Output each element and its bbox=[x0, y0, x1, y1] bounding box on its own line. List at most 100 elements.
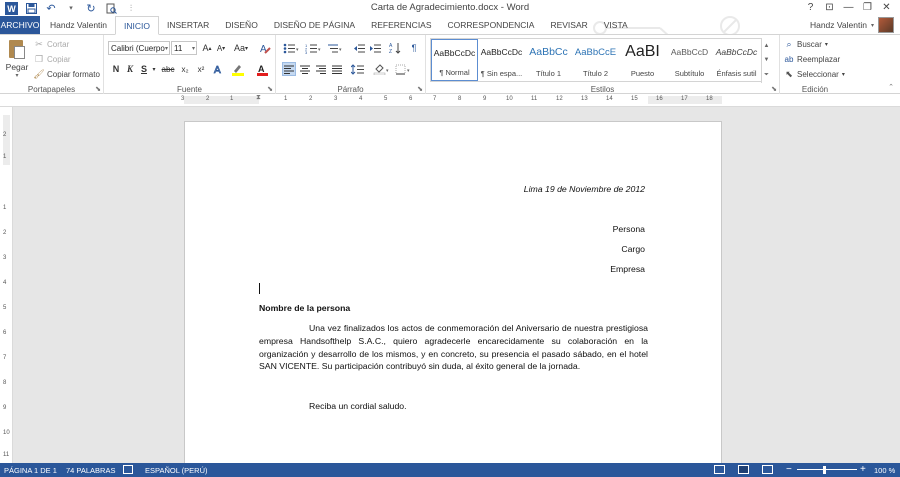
recipient-name-heading[interactable]: Nombre de la persona bbox=[259, 303, 350, 313]
chevron-down-icon[interactable]: ▼ bbox=[764, 57, 770, 63]
shading-icon[interactable]: ▾ bbox=[372, 62, 390, 76]
find-button[interactable]: ⌕ Buscar ▾ bbox=[784, 39, 827, 49]
style-no-spacing[interactable]: AaBbCcDc ¶ Sin espa... bbox=[478, 39, 525, 81]
align-right-icon[interactable] bbox=[314, 62, 328, 76]
dialog-launcher-icon[interactable]: ⬊ bbox=[417, 85, 423, 93]
change-case-button[interactable]: Aa ▾ bbox=[232, 41, 250, 55]
dialog-launcher-icon[interactable]: ⬊ bbox=[267, 85, 273, 93]
style-title[interactable]: AaBI Puesto bbox=[619, 39, 666, 81]
recipient-cargo[interactable]: Cargo bbox=[621, 244, 645, 254]
tab-references[interactable]: REFERENCIAS bbox=[363, 16, 439, 34]
tab-mailings[interactable]: CORRESPONDENCIA bbox=[440, 16, 543, 34]
numbering-icon[interactable]: 1 2 3 ▾ bbox=[304, 41, 322, 55]
help-button[interactable]: ? bbox=[801, 0, 820, 15]
grow-font-button[interactable]: A ▴ bbox=[201, 41, 213, 55]
strikethrough-button[interactable]: abc bbox=[160, 62, 176, 76]
tab-file[interactable]: ARCHIVO bbox=[0, 16, 40, 34]
restore-button[interactable]: ❐ bbox=[858, 0, 877, 15]
cut-button[interactable]: ✂ Cortar bbox=[34, 39, 69, 49]
clear-formatting-icon[interactable]: A bbox=[258, 41, 272, 55]
multilevel-list-icon[interactable]: ▾ bbox=[326, 41, 344, 55]
decrease-indent-icon[interactable] bbox=[352, 41, 366, 55]
gallery-scroll[interactable]: ▲ ▼ ⏷ bbox=[761, 39, 771, 83]
vertical-ruler[interactable]: 2 1 1 2 3 4 5 6 7 8 9 10 11 bbox=[0, 107, 13, 463]
zoom-slider[interactable] bbox=[797, 469, 857, 470]
format-painter-button[interactable]: 🖌 Copiar formato bbox=[33, 69, 100, 79]
web-layout-icon[interactable] bbox=[762, 465, 773, 474]
style-subtitle[interactable]: AaBbCcD Subtítulo bbox=[666, 39, 713, 81]
borders-icon[interactable]: ▾ bbox=[394, 62, 412, 76]
chevron-down-icon: ▾ bbox=[15, 73, 19, 79]
style-normal[interactable]: AaBbCcDc ¶ Normal bbox=[431, 39, 478, 81]
bold-button[interactable]: N bbox=[110, 62, 122, 76]
letter-date[interactable]: Lima 19 de Noviembre de 2012 bbox=[524, 184, 645, 194]
zoom-level[interactable]: 100 % bbox=[874, 466, 895, 475]
style-heading-2[interactable]: AaBbCcE Título 2 bbox=[572, 39, 619, 81]
copy-button[interactable]: ❐ Copiar bbox=[34, 54, 71, 64]
shrink-font-button[interactable]: A ▾ bbox=[215, 41, 227, 55]
print-layout-icon[interactable] bbox=[738, 465, 749, 474]
show-formatting-marks-icon[interactable]: ¶ bbox=[408, 41, 420, 55]
tab-user[interactable]: Handz Valentin bbox=[42, 16, 115, 34]
justify-icon[interactable] bbox=[330, 62, 344, 76]
document-canvas[interactable]: Lima 19 de Noviembre de 2012 Persona Car… bbox=[13, 107, 900, 477]
tab-design[interactable]: DISEÑO bbox=[217, 16, 266, 34]
read-mode-icon[interactable] bbox=[714, 465, 725, 474]
zoom-slider-thumb[interactable] bbox=[823, 466, 826, 474]
font-name-box[interactable]: Calibri (Cuerpo ▾ bbox=[108, 41, 170, 55]
user-name[interactable]: Handz Valentin bbox=[810, 20, 867, 30]
indent-marker-icon[interactable]: ⧗ bbox=[256, 94, 261, 102]
dialog-launcher-icon[interactable]: ⬊ bbox=[771, 85, 777, 93]
account-area[interactable]: Handz Valentin ▾ bbox=[810, 17, 894, 33]
paste-button[interactable]: Pegar ▾ bbox=[4, 37, 30, 79]
highlight-color-icon[interactable] bbox=[230, 62, 246, 76]
svg-text:3: 3 bbox=[305, 50, 308, 54]
ribbon: Pegar ▾ ✂ Cortar ❐ Copiar 🖌 Copiar formato … bbox=[0, 34, 900, 95]
font-size-box[interactable]: 11 ▾ bbox=[171, 41, 197, 55]
document-page[interactable]: Lima 19 de Noviembre de 2012 Persona Car… bbox=[184, 121, 722, 477]
bullets-icon[interactable]: ▾ bbox=[282, 41, 300, 55]
letter-body[interactable]: Una vez finalizados los actos de conmemo… bbox=[259, 322, 648, 373]
recipient-empresa[interactable]: Empresa bbox=[610, 264, 645, 274]
chevron-down-icon[interactable]: ▾ bbox=[150, 62, 158, 76]
underline-button[interactable]: S bbox=[138, 62, 150, 76]
font-color-icon[interactable]: A bbox=[254, 62, 270, 76]
styles-gallery: AaBbCcDc ¶ Normal AaBbCcDc ¶ Sin espa...… bbox=[430, 38, 769, 83]
chevron-up-icon[interactable]: ▲ bbox=[764, 43, 770, 49]
line-spacing-icon[interactable] bbox=[350, 62, 368, 76]
letter-closing[interactable]: Reciba un cordial saludo. bbox=[309, 401, 407, 411]
collapse-ribbon-icon[interactable]: ⌃ bbox=[888, 83, 894, 91]
proofing-icon[interactable] bbox=[123, 465, 133, 474]
zoom-in-button[interactable]: + bbox=[860, 464, 866, 475]
text-effects-icon[interactable]: A bbox=[212, 62, 226, 76]
chevron-down-icon[interactable]: ▾ bbox=[871, 22, 874, 29]
minimize-button[interactable]: — bbox=[839, 0, 858, 15]
subscript-button[interactable]: x₂ bbox=[178, 62, 192, 76]
replace-button[interactable]: ab Reemplazar bbox=[784, 54, 841, 64]
recipient-persona[interactable]: Persona bbox=[613, 224, 645, 234]
align-center-icon[interactable] bbox=[298, 62, 312, 76]
close-button[interactable]: ✕ bbox=[877, 0, 896, 15]
dialog-launcher-icon[interactable]: ⬊ bbox=[95, 85, 101, 93]
ribbon-display-options-icon[interactable]: ⊡ bbox=[820, 0, 839, 15]
sort-icon[interactable]: AZ bbox=[388, 41, 402, 55]
language[interactable]: ESPAÑOL (PERÚ) bbox=[145, 466, 208, 475]
tab-home[interactable]: INICIO bbox=[115, 16, 160, 35]
horizontal-ruler[interactable]: ⧗ 3 2 1 1 2 3 4 5 6 7 8 9 10 11 12 13 14… bbox=[0, 94, 900, 107]
word-count[interactable]: 74 PALABRAS bbox=[66, 466, 115, 475]
select-button[interactable]: ⬉ Seleccionar ▾ bbox=[784, 69, 845, 79]
style-subtle-emphasis[interactable]: AaBbCcDc Énfasis sutil bbox=[713, 39, 760, 81]
tab-view[interactable]: VISTA bbox=[596, 16, 636, 34]
avatar[interactable] bbox=[878, 17, 894, 33]
tab-page-layout[interactable]: DISEÑO DE PÁGINA bbox=[266, 16, 363, 34]
increase-indent-icon[interactable] bbox=[368, 41, 382, 55]
align-left-icon[interactable] bbox=[282, 62, 296, 76]
page-count[interactable]: PÁGINA 1 DE 1 bbox=[4, 466, 57, 475]
tab-insert[interactable]: INSERTAR bbox=[159, 16, 217, 34]
zoom-out-button[interactable]: − bbox=[786, 464, 792, 475]
superscript-button[interactable]: x² bbox=[194, 62, 208, 76]
more-styles-icon[interactable]: ⏷ bbox=[764, 72, 769, 79]
style-heading-1[interactable]: AaBbCc Título 1 bbox=[525, 39, 572, 81]
italic-button[interactable]: K bbox=[124, 62, 136, 76]
tab-review[interactable]: REVISAR bbox=[542, 16, 595, 34]
